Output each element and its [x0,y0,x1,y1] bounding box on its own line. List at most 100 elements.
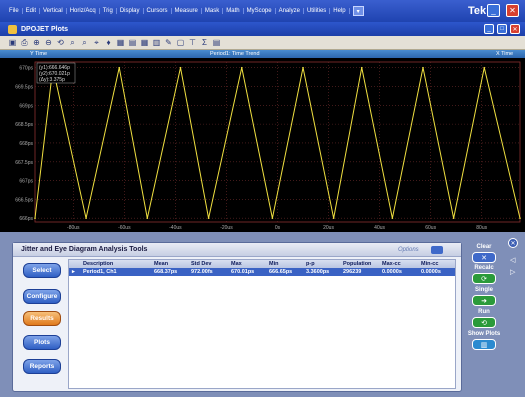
menu-item-cursors[interactable]: Cursors [144,8,172,14]
menu-item-trig[interactable]: Trig [100,8,117,14]
menu-item-myscope[interactable]: MyScope [244,8,276,14]
menu-item-help[interactable]: Help [330,8,350,14]
row-expand-icon[interactable]: ▸ [72,269,75,275]
plots-button[interactable]: Plots [23,335,61,350]
menu-item-math[interactable]: Math [223,8,244,14]
data-point [360,66,363,69]
y-tick-label: 670ps [19,66,33,72]
data-point [332,217,335,220]
wrench-icon[interactable]: ✎ [164,38,173,47]
menu-item-display[interactable]: Display [117,8,144,14]
minimize-icon[interactable]: _ [487,4,500,17]
column-header[interactable]: Min-cc [421,261,438,267]
analysis-panel: Jitter and Eye Diagram Analysis Tools Op… [12,242,462,392]
table-icon[interactable]: ▤ [128,38,137,47]
window-close-icon[interactable]: ✕ [510,24,520,34]
x-tick-label: -80us [67,225,80,231]
panel-titlebar: Jitter and Eye Diagram Analysis Tools Op… [13,243,461,257]
table-cell: 3.3600ps [306,269,330,275]
window-restore-icon[interactable]: □ [497,24,507,34]
data-point [118,66,121,69]
x-axis-label: X Time [496,51,514,57]
save-icon[interactable]: ▣ [8,38,17,47]
marker-icon[interactable]: ♦ [104,38,113,47]
menu-item-mask[interactable]: Mask [202,8,224,14]
x-tick-label: 20us [323,225,334,231]
plot-frame: Y Time Period1: Time Trend X Time 670ps 6… [0,50,525,232]
menu-item-analyze[interactable]: Analyze [276,8,304,14]
menu-item-edit[interactable]: Edit [23,8,41,14]
x-tick-label: -20us [220,225,233,231]
menu-dropdown-icon[interactable]: ▾ [352,6,364,16]
y-tick-label: 669.5ps [15,84,33,90]
options-dropdown-button[interactable] [431,246,443,254]
run-button[interactable]: ⟲ [472,317,496,328]
select-button[interactable]: Select [23,263,61,278]
x-tick-label: -40us [169,225,182,231]
histogram-icon[interactable]: ▥ [152,38,161,47]
menu-item-vertical[interactable]: Vertical [40,8,67,14]
rotate-icon[interactable]: ⟲ [56,38,65,47]
close-icon[interactable]: ✕ [506,4,519,17]
table-cell: 0.0000s [382,269,402,275]
time-trend-plot[interactable]: 670ps 669.5ps 669ps 668.5ps 668ps 667.5ps 667p… [0,58,525,232]
data-point [422,66,424,69]
configure-button[interactable]: Configure [23,289,61,304]
zoom-in-icon[interactable]: ⊕ [32,38,41,47]
clear-button[interactable]: ✕ [472,252,496,263]
x-tick-label: 40us [374,225,385,231]
data-point [179,66,182,69]
table-row[interactable]: Period1, Ch1 668.37ps 972.00fs 670.01ps 666.… [69,268,455,276]
data-point [519,217,521,220]
recalc-button[interactable]: ⟳ [472,273,496,284]
data-point [85,217,87,220]
column-header[interactable]: Mean [154,261,168,267]
results-button[interactable]: Results [23,311,61,326]
zoom-out-icon[interactable]: ⊖ [44,38,53,47]
y-tick-label: 666.5ps [15,197,33,203]
column-header[interactable]: Std Dev [191,261,211,267]
column-header[interactable]: Population [343,261,371,267]
data-point [34,217,36,220]
menu-item-horizacq[interactable]: Horiz/Acq [67,8,100,14]
menu-item-measure[interactable]: Measure [172,8,202,14]
data-point [391,217,394,220]
options-label[interactable]: Options [398,247,419,253]
y-tick-label: 667ps [19,179,33,185]
magnify-icon[interactable]: ⌕ [68,38,77,47]
reports-button[interactable]: Reports [23,359,61,374]
table-header: Description Mean Std Dev Max Min p-p Populatio… [69,260,455,268]
print-icon[interactable]: ⎙ [20,38,29,47]
single-button[interactable]: ➜ [472,295,496,306]
clear-label: Clear [476,244,492,250]
x-tick-label: 80us [476,225,487,231]
x-tick-label: 60us [425,225,436,231]
chart-icon[interactable]: ▦ [116,38,125,47]
window-icon[interactable]: ▢ [176,38,185,47]
panel-title: Jitter and Eye Diagram Analysis Tools [21,246,148,253]
window-minimize-icon[interactable]: _ [484,24,494,34]
x-tick-label: 0s [275,225,281,231]
sum-icon[interactable]: Σ [200,38,209,47]
grid-icon[interactable]: ▦ [140,38,149,47]
menu-item-file[interactable]: File [6,8,23,14]
column-header[interactable]: p-p [306,261,315,267]
control-panel: Clear ✕ Recalc ⟳ Single ➜ Run ⟲ Show Plo… [467,236,525,397]
plot-header: Y Time Period1: Time Trend X Time [0,50,525,58]
column-header[interactable]: Max [231,261,242,267]
cursor-icon[interactable]: ⌖ [92,38,101,47]
show-plots-label: Show Plots [467,331,501,337]
plot-title: Period1: Time Trend [210,51,260,57]
brand-logo: Tek [468,5,487,17]
export-icon[interactable]: ▤ [212,38,221,47]
y-tick-label: 668.5ps [15,122,33,128]
column-header[interactable]: Max-cc [382,261,401,267]
x-tick-label: -60us [118,225,131,231]
pin-icon[interactable]: ⊤ [188,38,197,47]
menu-item-utilities[interactable]: Utilities [304,8,331,14]
magnify-minus-icon[interactable]: ⌕ [80,38,89,47]
show-plots-button[interactable]: ▥ [472,339,496,350]
column-header[interactable]: Min [269,261,278,267]
column-header[interactable]: Description [83,261,113,267]
run-label: Run [478,309,490,315]
